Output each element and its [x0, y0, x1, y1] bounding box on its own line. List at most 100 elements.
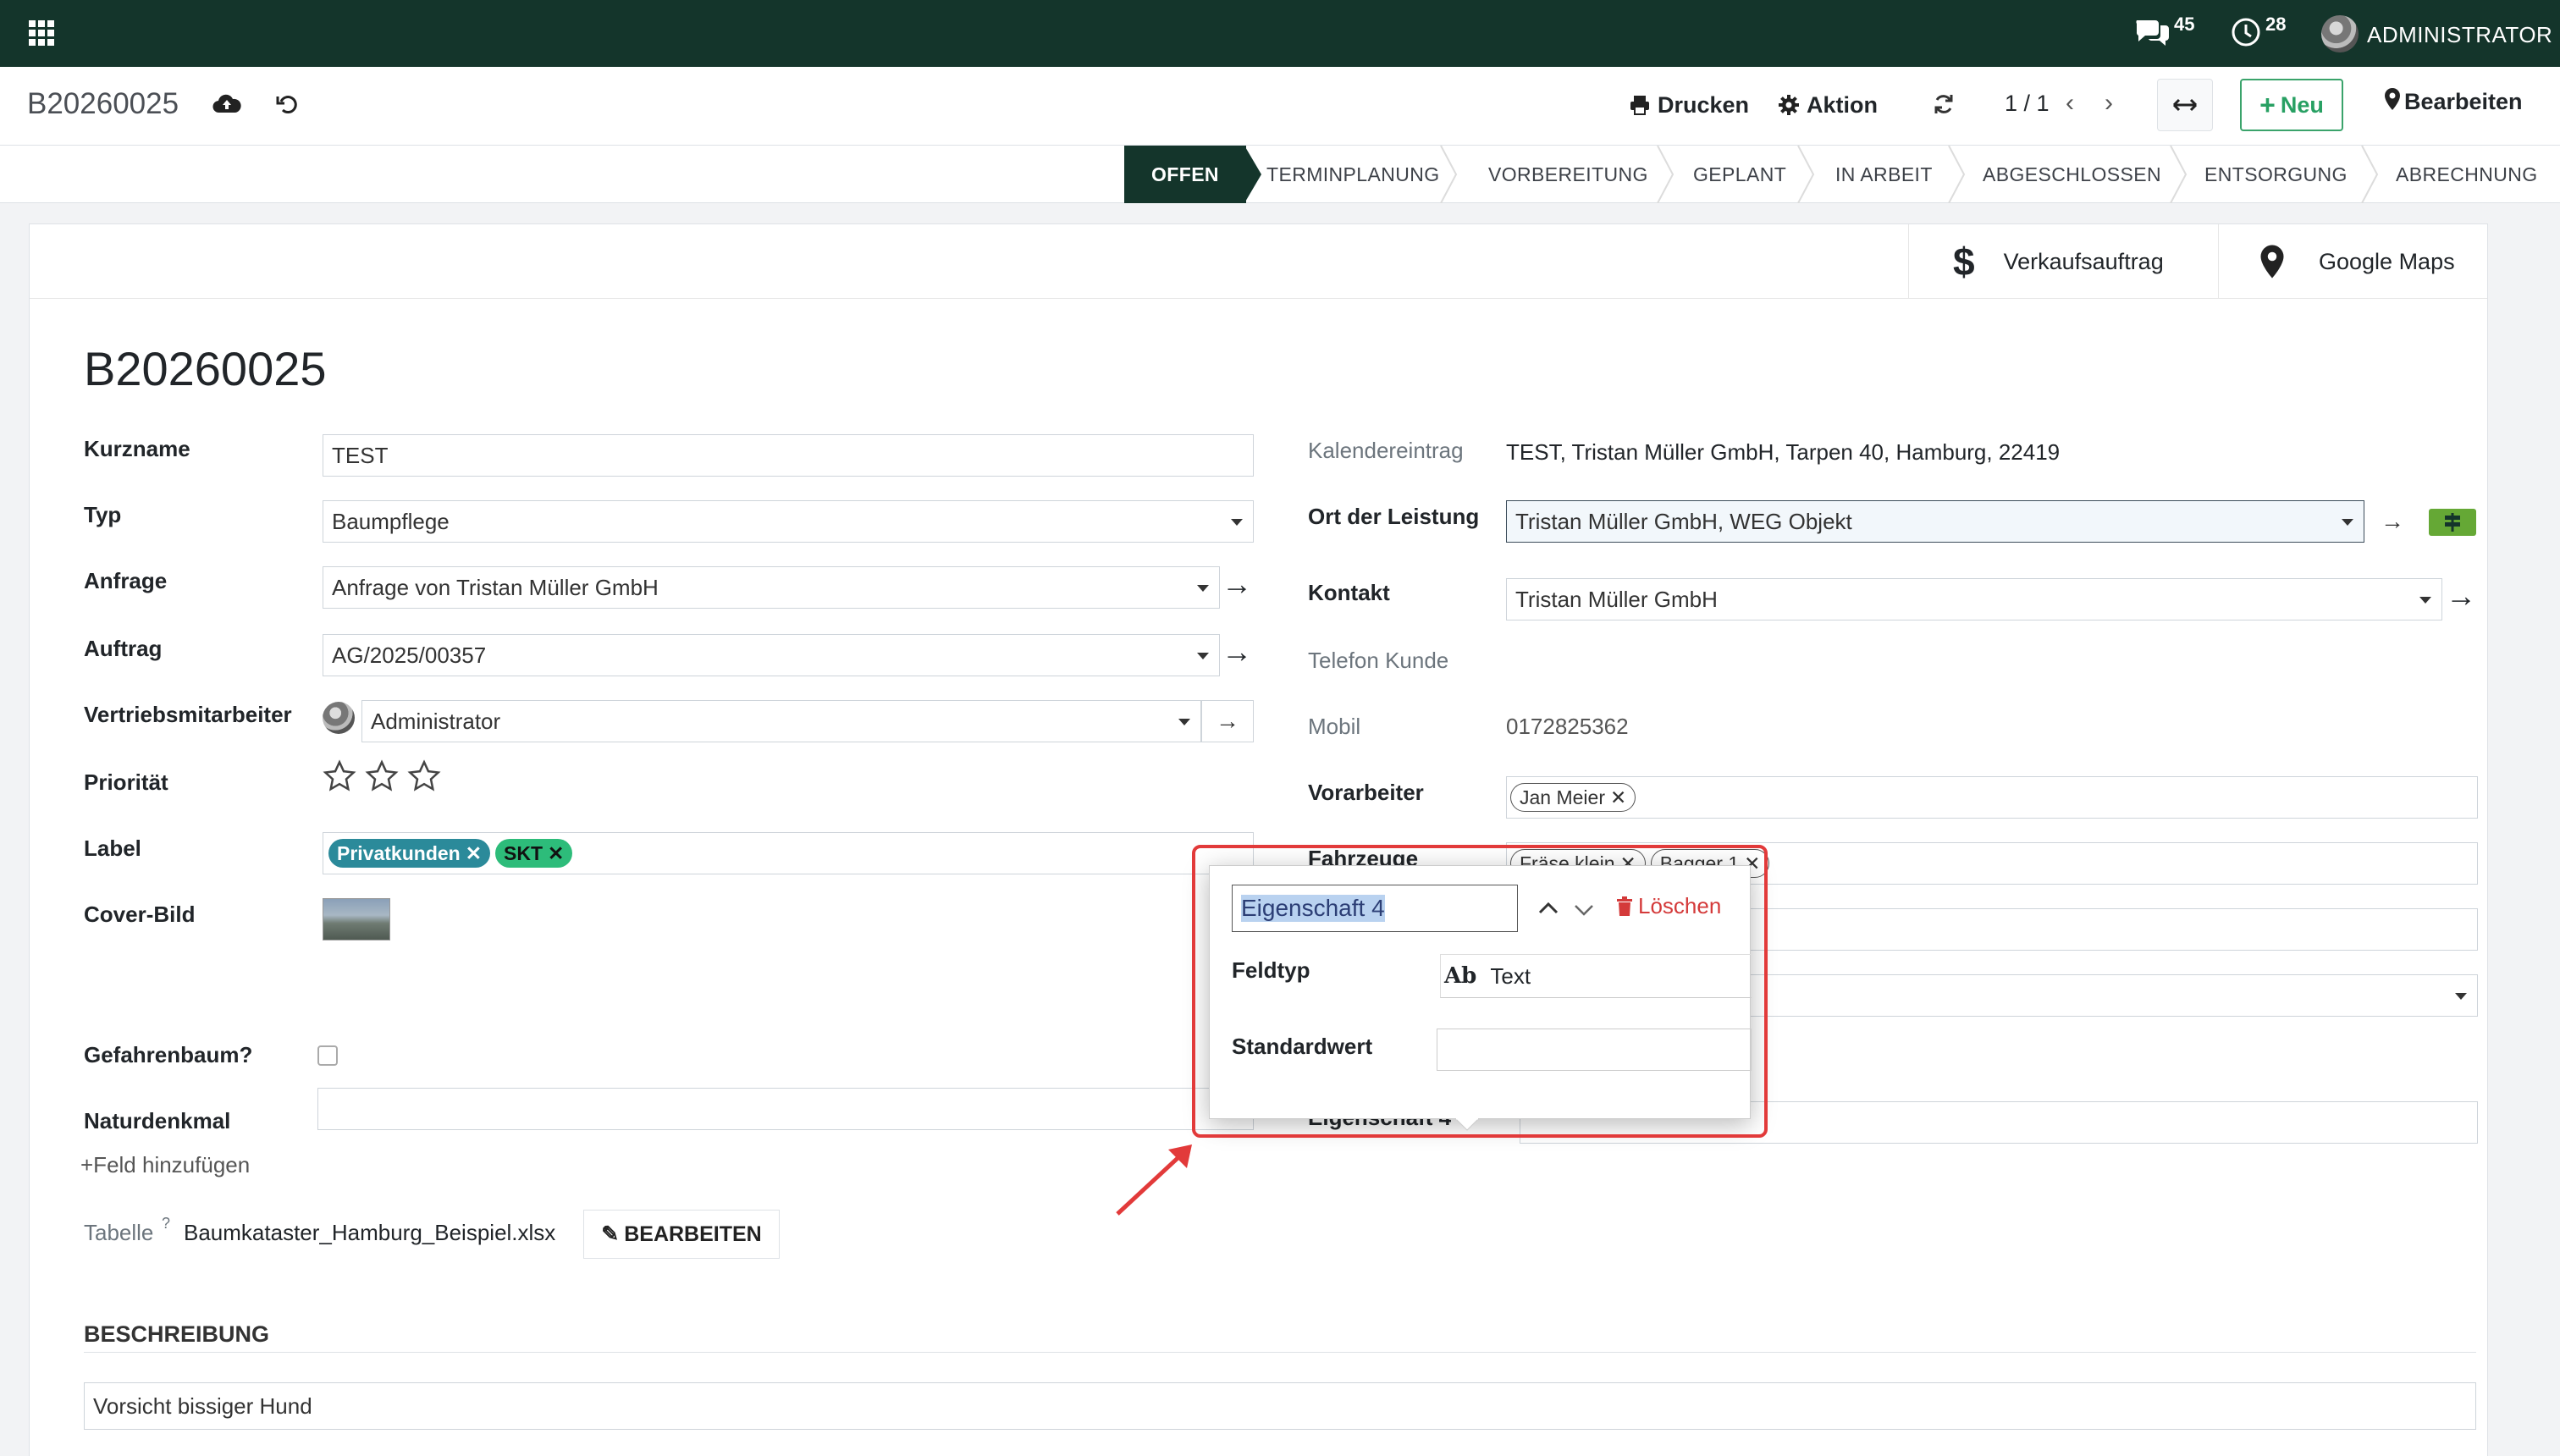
ort-open-button[interactable]: → — [2368, 500, 2417, 543]
stage-geplant[interactable]: GEPLANT — [1693, 146, 1786, 203]
pager-next-icon[interactable]: › — [2105, 89, 2113, 118]
pager-previous-icon[interactable]: ‹ — [2066, 89, 2074, 118]
plus-icon: + — [2259, 89, 2276, 120]
sales-order-smart-button[interactable]: $ Verkaufsauftrag — [1908, 224, 2218, 299]
tag-remove-icon[interactable]: ✕ — [466, 842, 482, 865]
tabelle-file[interactable]: Baumkataster_Hamburg_Beispiel.xlsx — [184, 1220, 555, 1246]
chat-icon[interactable] — [2133, 15, 2174, 49]
salesperson-avatar — [323, 702, 355, 734]
signpost-route-button[interactable] — [2429, 509, 2476, 536]
natur-label: Naturdenkmal — [84, 1108, 231, 1133]
chevron-down-icon — [1197, 585, 1209, 592]
annotation-highlight-box — [1192, 845, 1768, 1138]
arrow-right-icon: → — [1216, 708, 1239, 734]
kurzname-input[interactable]: TEST — [323, 434, 1254, 477]
expand-width-button[interactable] — [2157, 79, 2213, 131]
typ-value: Baumpflege — [332, 508, 450, 534]
tag-remove-icon[interactable]: ✕ — [548, 842, 564, 865]
label-tags-input[interactable]: Privatkunden ✕ SKT ✕ — [323, 832, 1254, 874]
stage-separator — [1797, 146, 1815, 203]
kurzname-label: Kurzname — [84, 436, 190, 461]
vorarbeiter-tags-input[interactable]: Jan Meier ✕ — [1506, 776, 2478, 819]
stage-terminplanung[interactable]: TERMINPLANUNG — [1266, 146, 1440, 203]
form-sheet: $ Verkaufsauftrag Google Maps B20260025 … — [29, 223, 2488, 1456]
stage-separator — [1657, 146, 1674, 203]
kalender-label: Kalendereintrag — [1308, 438, 1464, 463]
stage-entsorgung[interactable]: ENTSORGUNG — [2204, 146, 2348, 203]
priority-star-icon[interactable] — [323, 759, 356, 793]
gefahr-label: Gefahrenbaum? — [84, 1042, 253, 1067]
gear-icon — [1778, 94, 1800, 116]
edit-button[interactable]: Bearbeiten — [2384, 87, 2523, 117]
tag-jan-meier: Jan Meier ✕ — [1510, 783, 1636, 812]
auftrag-open-arrow-icon[interactable]: → — [1222, 634, 1252, 670]
apps-grid-icon[interactable] — [29, 20, 54, 46]
user-menu-name[interactable]: ADMINISTRATOR — [2367, 22, 2552, 48]
discard-undo-icon[interactable] — [273, 89, 303, 119]
status-bar: OFFEN TERMINPLANUNG VORBEREITUNG GEPLANT… — [0, 146, 2560, 203]
tabelle-edit-button[interactable]: ✎ BEARBEITEN — [583, 1210, 780, 1259]
action-button[interactable]: Aktion — [1778, 87, 1878, 123]
tabelle-edit-label: BEARBEITEN — [624, 1222, 762, 1246]
activity-counter: 28 — [2265, 14, 2287, 35]
anfrage-open-arrow-icon[interactable]: → — [1222, 566, 1252, 602]
cloud-upload-icon[interactable] — [212, 89, 242, 119]
telefon-label: Telefon Kunde — [1308, 648, 1449, 673]
refresh-icon[interactable] — [1928, 89, 1959, 119]
stage-label: ABRECHNUNG — [2396, 163, 2538, 185]
print-button[interactable]: Drucken — [1629, 87, 1749, 123]
label-field-label: Label — [84, 836, 141, 861]
auftrag-value: AG/2025/00357 — [332, 642, 487, 668]
kontakt-value: Tristan Müller GmbH — [1515, 586, 1718, 612]
pager-value[interactable]: 1 / 1 — [2005, 91, 2050, 117]
stage-vorbereitung[interactable]: VORBEREITUNG — [1488, 146, 1648, 203]
stage-offen[interactable]: OFFEN — [1124, 146, 1246, 203]
add-field-link[interactable]: +Feld hinzufügen — [80, 1152, 250, 1178]
stage-label: IN ARBEIT — [1835, 163, 1933, 185]
auftrag-select[interactable]: AG/2025/00357 — [323, 634, 1220, 676]
kurzname-value: TEST — [332, 442, 389, 468]
top-navbar: 45 28 ADMINISTRATOR — [0, 0, 2560, 67]
action-label: Aktion — [1807, 91, 1878, 118]
priority-star-icon[interactable] — [407, 759, 441, 793]
stage-abgeschlossen[interactable]: ABGESCHLOSSEN — [1983, 146, 2161, 203]
vertrieb-select[interactable]: Administrator — [361, 700, 1201, 742]
edit-label: Bearbeiten — [2404, 89, 2523, 114]
tag-label: SKT — [504, 841, 543, 864]
mobil-value: 0172825362 — [1506, 714, 1629, 739]
chat-counter: 45 — [2174, 14, 2195, 35]
stage-label: ABGESCHLOSSEN — [1983, 163, 2161, 185]
cover-image-thumbnail[interactable] — [323, 898, 390, 940]
cover-label: Cover-Bild — [84, 902, 196, 927]
priority-star-icon[interactable] — [365, 759, 399, 793]
stage-label: VORBEREITUNG — [1488, 163, 1648, 185]
control-panel: B20260025 Drucken Aktion 1 / 1 ‹ › + Neu… — [0, 67, 2560, 146]
new-record-button[interactable]: + Neu — [2240, 79, 2343, 131]
stage-in-arbeit[interactable]: IN ARBEIT — [1835, 146, 1933, 203]
help-tooltip-icon[interactable]: ? — [162, 1215, 170, 1233]
tag-remove-icon[interactable]: ✕ — [1610, 786, 1626, 809]
printer-icon — [1629, 94, 1651, 116]
description-divider — [84, 1352, 2476, 1353]
ort-select[interactable]: Tristan Müller GmbH, WEG Objekt — [1506, 500, 2364, 543]
map-marker-icon — [2384, 87, 2401, 117]
kontakt-select[interactable]: Tristan Müller GmbH — [1506, 578, 2442, 620]
annotation-arrow-icon — [1116, 1144, 1192, 1216]
stage-separator — [1948, 146, 1966, 203]
dollar-icon: $ — [1953, 240, 1975, 284]
vertrieb-open-button[interactable]: → — [1201, 700, 1254, 742]
gefahrenbaum-checkbox[interactable] — [317, 1045, 338, 1066]
kontakt-label: Kontakt — [1308, 580, 1390, 605]
stage-abrechnung[interactable]: ABRECHNUNG — [2396, 146, 2538, 203]
activity-clock-icon[interactable] — [2230, 15, 2270, 49]
google-maps-smart-button[interactable]: Google Maps — [2218, 224, 2489, 299]
stage-label: ENTSORGUNG — [2204, 163, 2348, 185]
description-input[interactable]: Vorsicht bissiger Hund — [84, 1382, 2476, 1430]
tabelle-label: Tabelle — [84, 1220, 154, 1245]
print-label: Drucken — [1658, 91, 1750, 118]
user-avatar[interactable] — [2321, 15, 2359, 52]
typ-select[interactable]: Baumpflege — [323, 500, 1254, 543]
naturdenkmal-input[interactable] — [317, 1088, 1254, 1130]
anfrage-select[interactable]: Anfrage von Tristan Müller GmbH — [323, 566, 1220, 609]
kontakt-open-arrow-icon[interactable]: → — [2446, 578, 2476, 614]
